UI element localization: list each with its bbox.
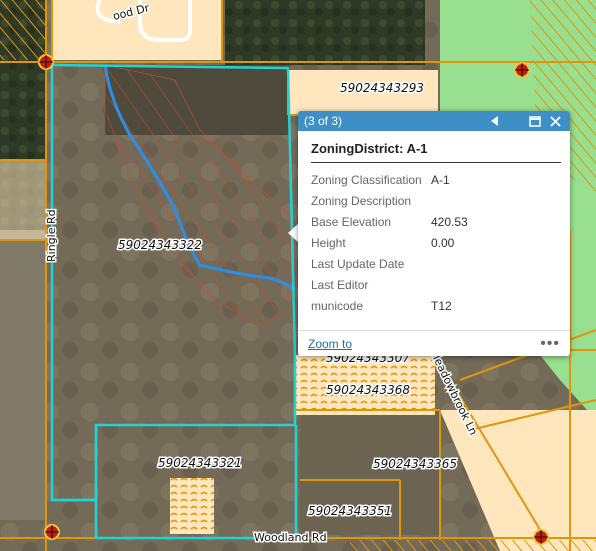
zoom-to-link[interactable]: Zoom to — [308, 337, 540, 351]
map-marker-icon[interactable] — [514, 62, 530, 78]
hatched-parcel — [0, 0, 45, 60]
attribute-row: municode T12 — [311, 295, 468, 316]
parcel-label: 59024343321 — [158, 456, 242, 470]
parcel-label: 59024343365 — [373, 457, 457, 471]
map-marker-icon[interactable] — [533, 529, 549, 545]
attribute-label: Base Elevation — [311, 214, 392, 229]
attribute-table: Zoning Classification A-1 Zoning Descrip… — [311, 169, 468, 316]
residential-zone — [0, 160, 45, 240]
attribute-label: municode — [311, 298, 364, 313]
attribute-value — [431, 190, 468, 211]
feature-popup: (3 of 3) ZoningDistrict: A-1 Zoning Clas… — [298, 111, 570, 356]
map-marker-icon[interactable] — [38, 54, 54, 70]
popup-title: ZoningDistrict: A-1 — [311, 141, 561, 163]
popup-counter: (3 of 3) — [304, 114, 343, 128]
road-label: Woodland Rd — [254, 531, 327, 544]
attribute-row: Last Update Date — [311, 253, 468, 274]
attribute-value — [431, 274, 468, 295]
attribute-label: Last Editor — [311, 277, 369, 292]
parcel-label: 59024343322 — [118, 238, 202, 252]
attribute-value: 420.53 — [431, 214, 468, 229]
more-options-icon[interactable]: ••• — [540, 335, 560, 353]
dotted-parcel — [170, 478, 214, 534]
parcel-label: 59024343293 — [340, 81, 424, 95]
previous-feature-icon[interactable] — [486, 112, 504, 130]
attribute-label: Height — [311, 235, 346, 250]
parcel-label: 59024343351 — [308, 504, 392, 518]
attribute-value: 0.00 — [431, 235, 455, 250]
attribute-label: Last Update Date — [311, 256, 405, 271]
hatched-parcel — [350, 540, 596, 551]
close-icon[interactable] — [546, 112, 564, 130]
field-area — [0, 230, 45, 520]
popup-footer: Zoom to ••• — [298, 330, 570, 356]
attribute-label: Zoning Description — [311, 193, 412, 208]
parcel-label: 59024343368 — [326, 383, 410, 397]
attribute-row: Zoning Classification A-1 — [311, 169, 468, 190]
attribute-row: Height 0.00 — [311, 232, 468, 253]
road-label: Ringle Rd — [45, 209, 58, 262]
popup-header: (3 of 3) — [298, 111, 570, 131]
forest-area — [225, 0, 425, 65]
attribute-value — [431, 253, 468, 274]
attribute-value: A-1 — [431, 172, 450, 187]
map-marker-icon[interactable] — [44, 524, 60, 540]
attribute-row: Base Elevation 420.53 — [311, 211, 468, 232]
attribute-row: Zoning Description — [311, 190, 468, 211]
attribute-value: T12 — [431, 298, 452, 313]
attribute-row: Last Editor — [311, 274, 468, 295]
attribute-label: Zoning Classification — [311, 172, 422, 187]
maximize-icon[interactable] — [526, 112, 544, 130]
